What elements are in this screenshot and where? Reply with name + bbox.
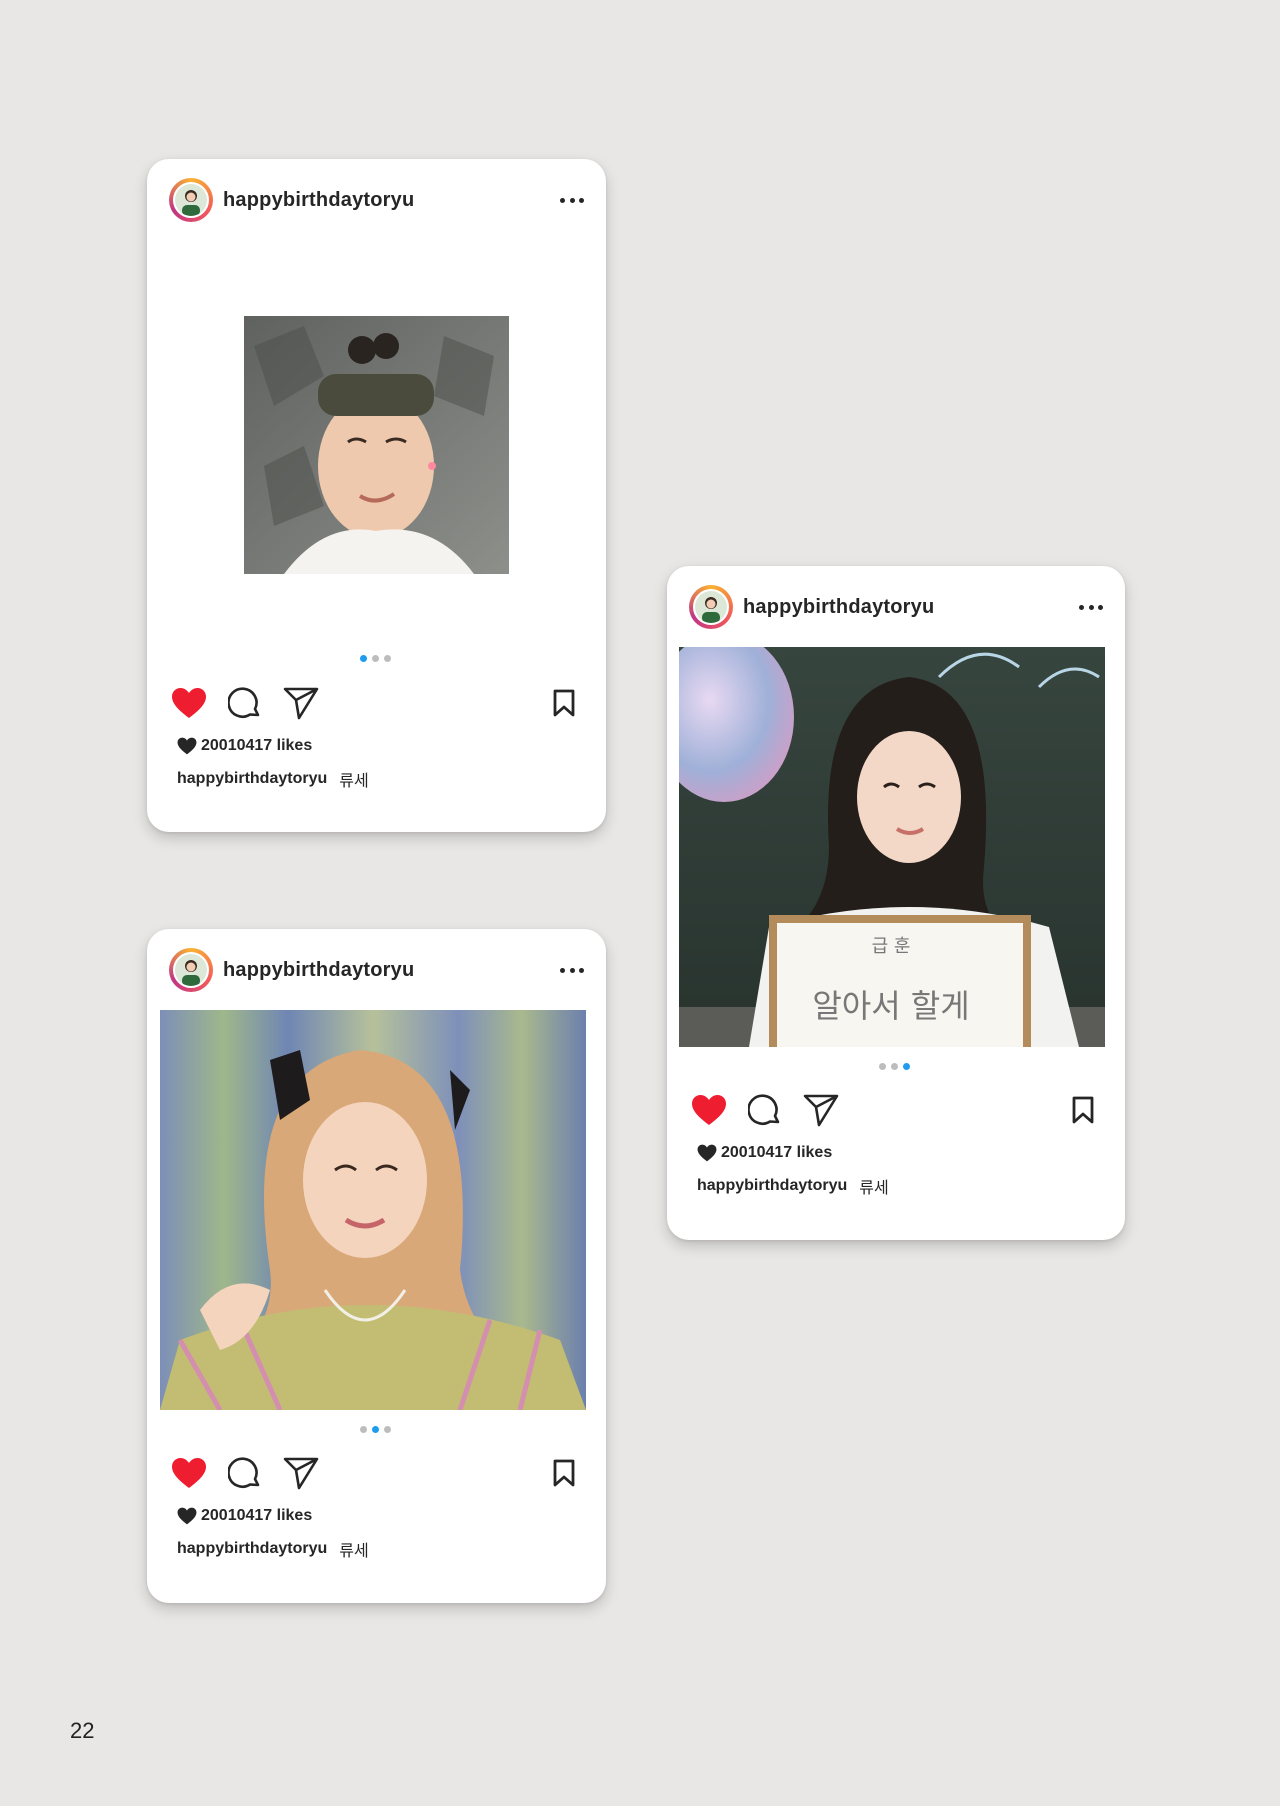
- heart-icon: [172, 1458, 206, 1488]
- post-photo[interactable]: 급 훈 알아서 할게: [679, 647, 1105, 1047]
- like-button[interactable]: [169, 683, 209, 723]
- post-photo[interactable]: [244, 316, 509, 574]
- share-icon: [283, 1457, 319, 1490]
- carousel-indicator: [360, 1426, 391, 1434]
- small-heart-icon: [177, 737, 197, 755]
- save-button[interactable]: [544, 1453, 584, 1493]
- post-header: happybirthdaytoryu: [169, 947, 584, 993]
- carousel-dot: [384, 655, 391, 662]
- small-heart-icon: [177, 1507, 197, 1525]
- comment-icon: [228, 687, 260, 718]
- carousel-indicator: [879, 1063, 910, 1071]
- heart-icon: [692, 1095, 726, 1125]
- carousel-dot: [372, 1426, 379, 1433]
- comment-button[interactable]: [225, 683, 265, 723]
- share-icon: [803, 1094, 839, 1127]
- caption-username[interactable]: happybirthdaytoryu: [177, 1540, 327, 1558]
- carousel-dot: [384, 1426, 391, 1433]
- profile-avatar[interactable]: [169, 178, 213, 222]
- post-caption: happybirthdaytoryu 류세: [177, 1538, 369, 1560]
- like-button[interactable]: [689, 1090, 729, 1130]
- small-heart-icon: [697, 1144, 717, 1162]
- more-icon[interactable]: [1079, 602, 1103, 612]
- caption-text: 류세: [859, 1180, 889, 1197]
- board-text: 알아서 할게: [812, 987, 969, 1025]
- post-actions: [169, 683, 584, 723]
- save-button[interactable]: [1063, 1090, 1103, 1130]
- profile-avatar[interactable]: [169, 948, 213, 992]
- share-button[interactable]: [281, 1453, 321, 1493]
- more-icon[interactable]: [560, 195, 584, 205]
- share-icon: [283, 687, 319, 720]
- post-card-3: happybirthdaytoryu 20010417 likes happyb…: [147, 929, 606, 1603]
- post-card-1: happybirthdaytoryu 20010417 likes happyb…: [147, 159, 606, 832]
- share-button[interactable]: [281, 683, 321, 723]
- post-header: happybirthdaytoryu: [689, 584, 1103, 630]
- bookmark-icon: [1072, 1096, 1094, 1124]
- post-username[interactable]: happybirthdaytoryu: [223, 959, 414, 982]
- heart-icon: [172, 688, 206, 718]
- likes-count[interactable]: 20010417 likes: [177, 1505, 312, 1527]
- caption-text: 류세: [339, 773, 369, 790]
- carousel-dot: [372, 655, 379, 662]
- likes-count[interactable]: 20010417 likes: [177, 735, 312, 757]
- board-title: 급 훈: [872, 936, 911, 957]
- comment-icon: [748, 1094, 780, 1125]
- post-actions: [689, 1090, 1103, 1130]
- post-username[interactable]: happybirthdaytoryu: [743, 596, 934, 619]
- post-caption: happybirthdaytoryu 류세: [697, 1175, 889, 1197]
- likes-text: 20010417 likes: [201, 737, 313, 754]
- comment-button[interactable]: [225, 1453, 265, 1493]
- likes-text: 20010417 likes: [721, 1144, 833, 1161]
- comment-button[interactable]: [745, 1090, 785, 1130]
- carousel-dot: [903, 1063, 910, 1070]
- likes-count[interactable]: 20010417 likes: [697, 1142, 832, 1164]
- carousel-dot: [360, 1426, 367, 1433]
- bookmark-icon: [553, 689, 575, 717]
- save-button[interactable]: [544, 683, 584, 723]
- post-actions: [169, 1453, 584, 1493]
- post-header: happybirthdaytoryu: [169, 177, 584, 223]
- post-caption: happybirthdaytoryu 류세: [177, 768, 369, 790]
- carousel-dot: [360, 655, 367, 662]
- caption-text: 류세: [339, 1543, 369, 1560]
- share-button[interactable]: [801, 1090, 841, 1130]
- more-icon[interactable]: [560, 965, 584, 975]
- caption-username[interactable]: happybirthdaytoryu: [177, 770, 327, 788]
- carousel-indicator: [360, 655, 391, 663]
- profile-avatar[interactable]: [689, 585, 733, 629]
- bookmark-icon: [553, 1459, 575, 1487]
- post-photo[interactable]: [160, 1010, 586, 1410]
- likes-text: 20010417 likes: [201, 1507, 313, 1524]
- like-button[interactable]: [169, 1453, 209, 1493]
- carousel-dot: [891, 1063, 898, 1070]
- post-card-2: happybirthdaytoryu 급 훈 알아서 할게 20010417 l…: [667, 566, 1125, 1240]
- post-username[interactable]: happybirthdaytoryu: [223, 189, 414, 212]
- page-number: 22: [70, 1718, 95, 1743]
- comment-icon: [228, 1457, 260, 1488]
- carousel-dot: [879, 1063, 886, 1070]
- caption-username[interactable]: happybirthdaytoryu: [697, 1177, 847, 1195]
